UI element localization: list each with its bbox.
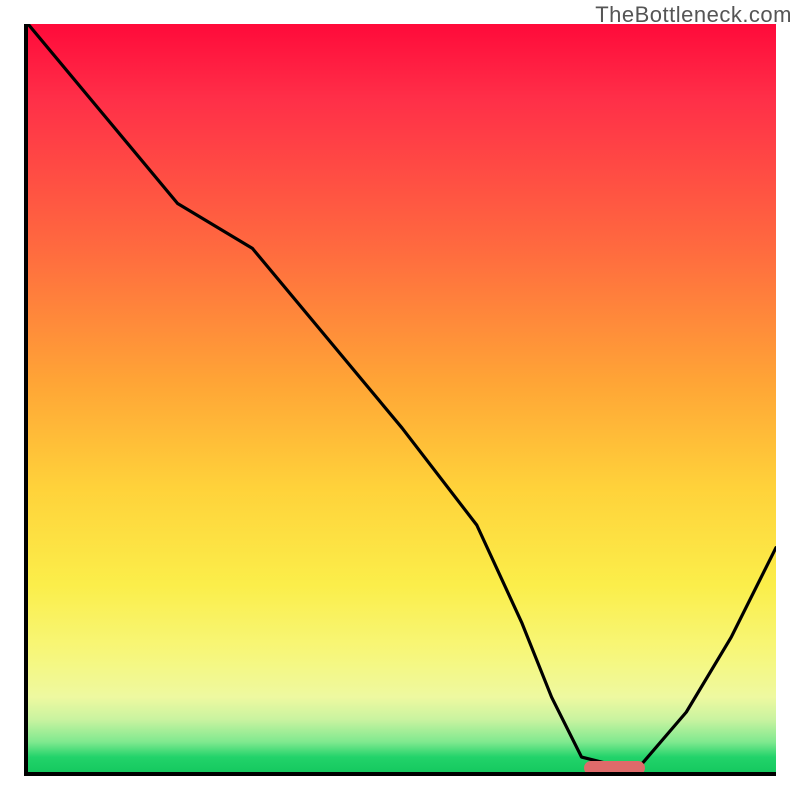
chart-container: TheBottleneck.com xyxy=(0,0,800,800)
bottleneck-curve xyxy=(28,24,776,772)
plot-area xyxy=(24,24,776,776)
curve-path xyxy=(28,24,776,765)
optimum-marker xyxy=(584,761,644,775)
